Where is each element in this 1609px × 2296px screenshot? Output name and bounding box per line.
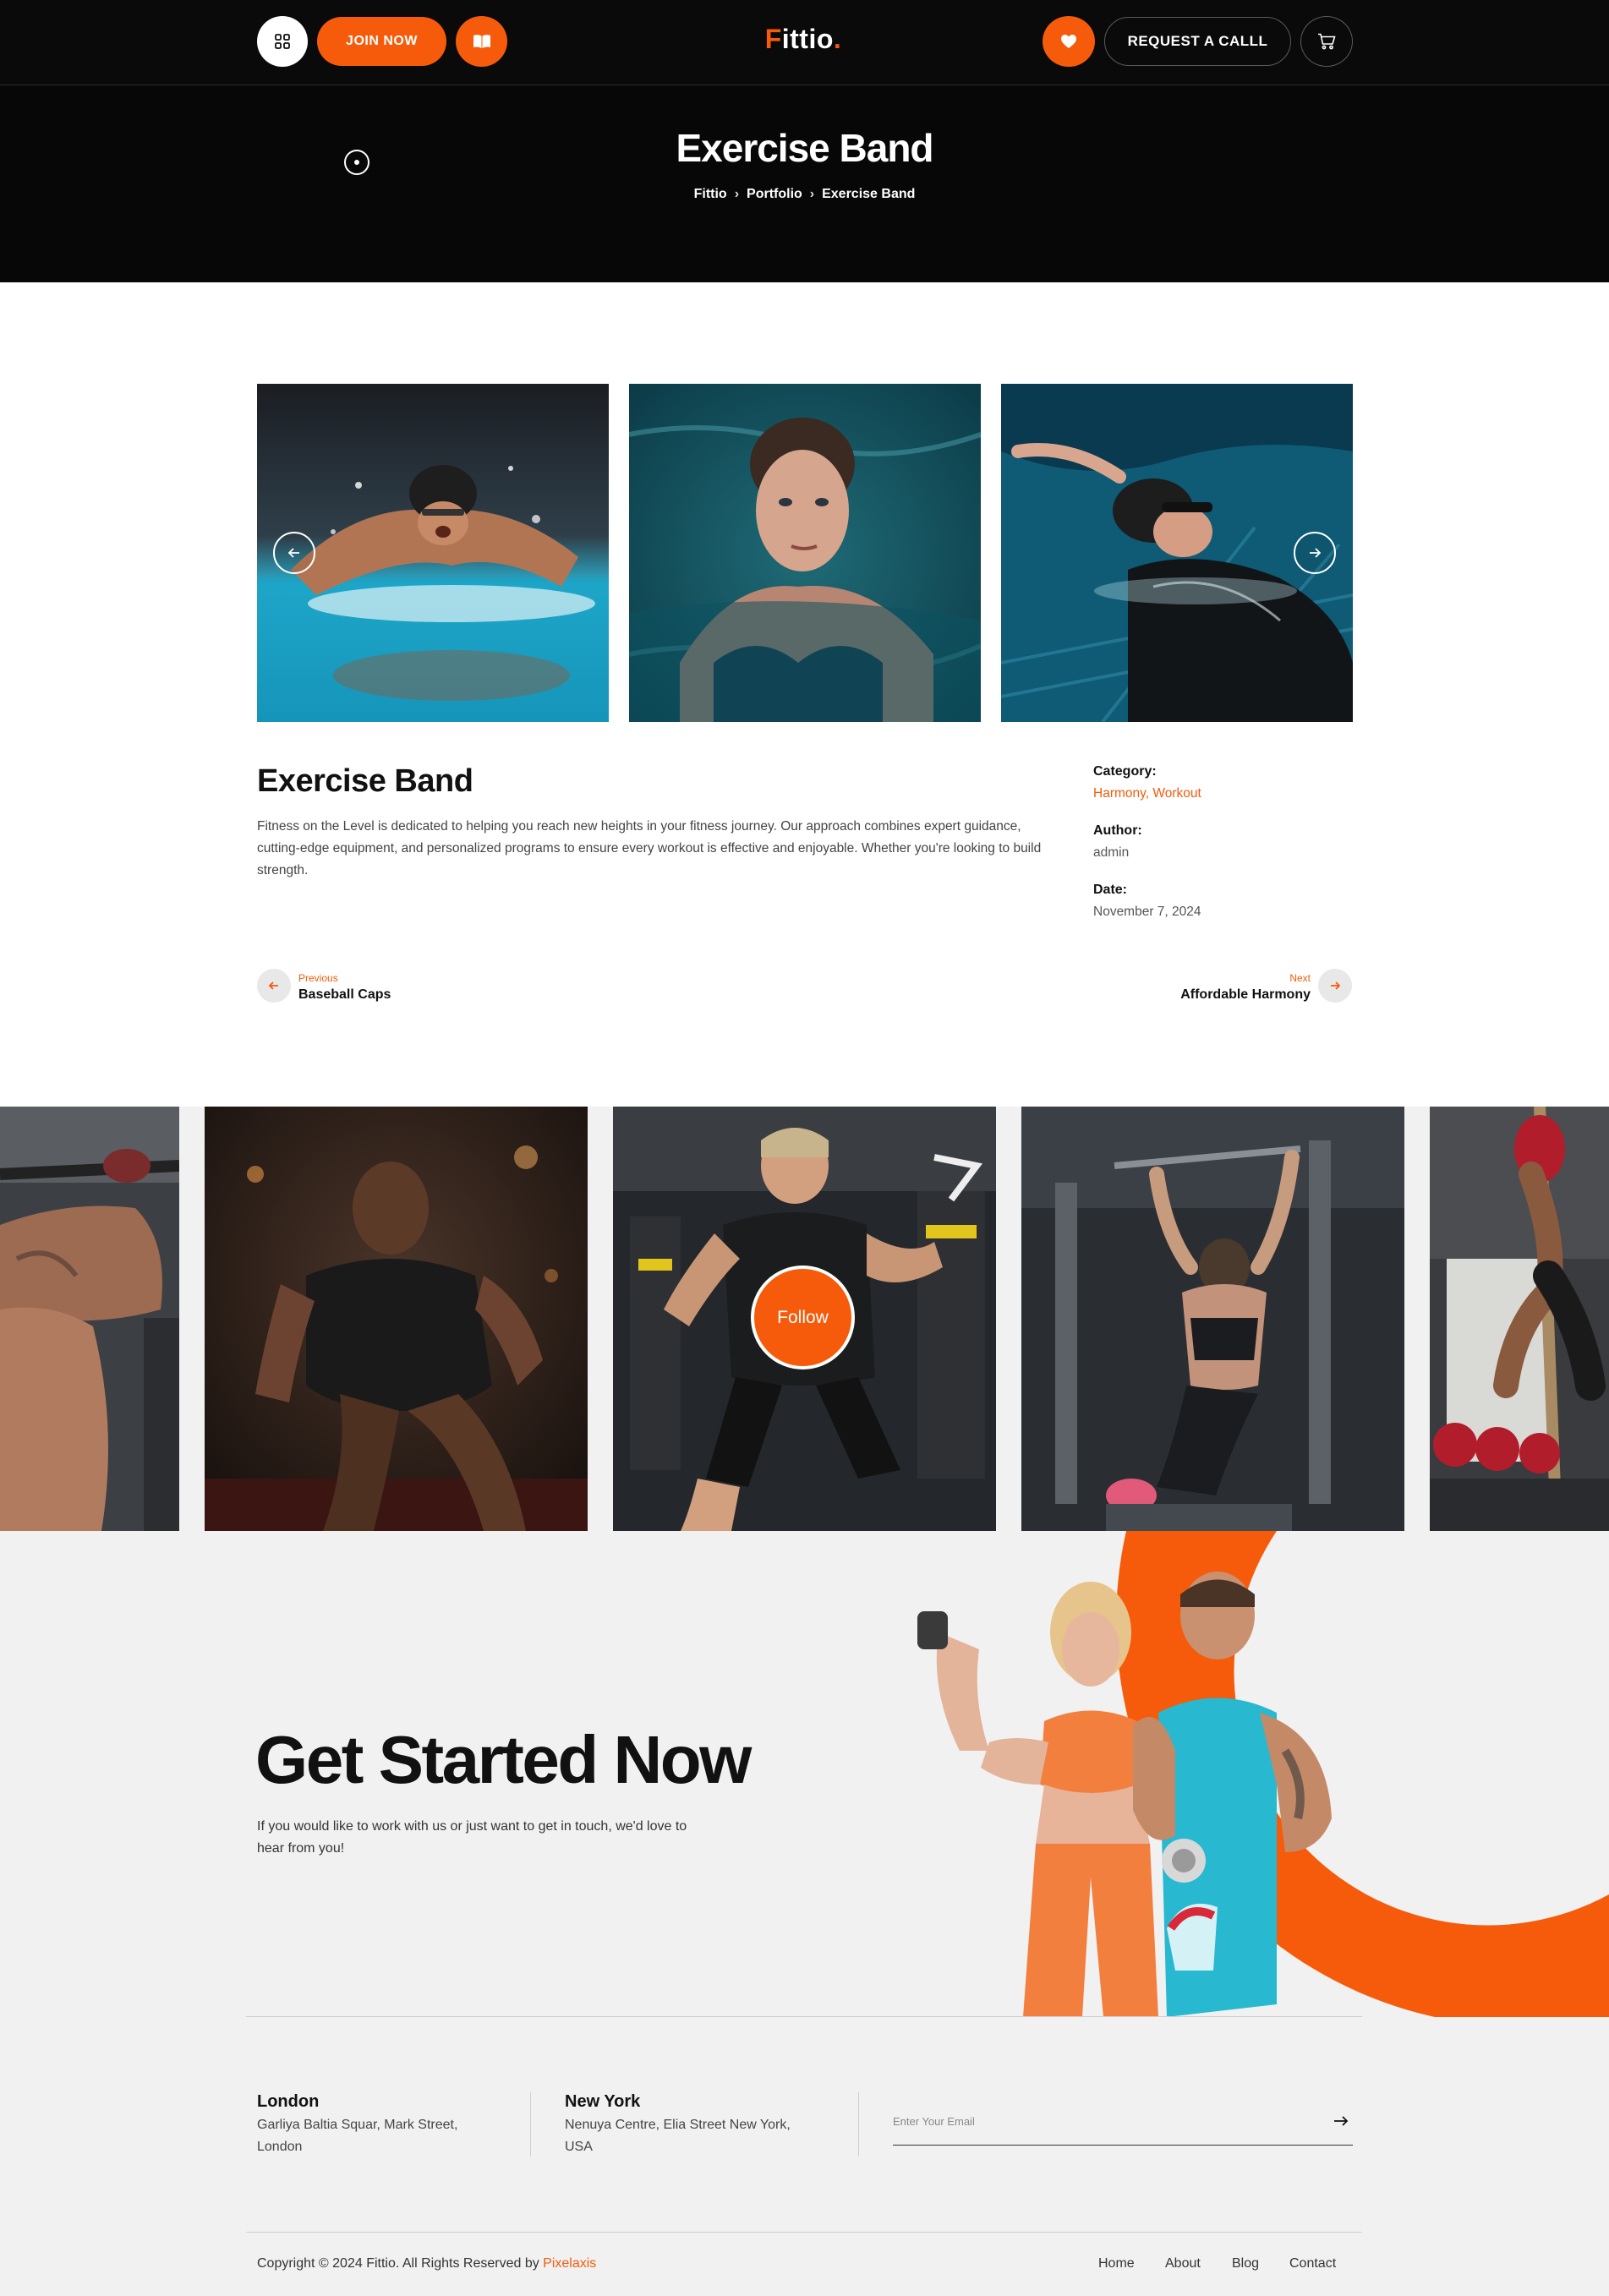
office-newyork-address: Nenuya Centre, Elia Street New York, USA xyxy=(565,2118,791,2154)
cart-icon xyxy=(1318,33,1336,50)
request-call-button[interactable]: REQUEST A CALLL xyxy=(1104,17,1291,66)
gallery-prev-button[interactable] xyxy=(273,532,315,574)
breadcrumb: Fittio › Portfolio › Exercise Band xyxy=(0,187,1609,202)
cta-title: Get Started Now xyxy=(255,1722,752,1797)
arrow-left-icon xyxy=(287,548,299,558)
page-title: Exercise Band xyxy=(676,126,933,170)
previous-project-button[interactable] xyxy=(257,969,291,1003)
meta-date-value: November 7, 2024 xyxy=(1093,905,1201,919)
author-link[interactable]: Pixelaxis xyxy=(543,2256,596,2271)
cta-hero-illustration xyxy=(917,1531,1609,2017)
gallery-next-button[interactable] xyxy=(1294,532,1336,574)
logo-text-rest: ittio xyxy=(781,24,834,54)
book-icon xyxy=(473,35,490,48)
meta-date-label: Date: xyxy=(1093,883,1128,897)
wishlist-button[interactable] xyxy=(1043,16,1095,67)
meta-author: Author: admin xyxy=(1093,823,1347,861)
join-now-button[interactable]: JOIN NOW xyxy=(317,17,446,66)
meta-category-value: Harmony, Workout xyxy=(1093,786,1347,801)
category-link-workout[interactable]: Workout xyxy=(1152,786,1201,801)
arrow-right-icon xyxy=(1310,548,1322,558)
menu-grid-button[interactable] xyxy=(257,16,308,67)
subscribe-button[interactable] xyxy=(1331,2111,1351,2131)
divider xyxy=(530,2092,531,2157)
copyright-text: Copyright © 2024 Fittio. All Rights Rese… xyxy=(257,2256,544,2271)
instagram-follow-button[interactable]: Follow xyxy=(751,1266,855,1369)
chevron-right-icon: › xyxy=(734,187,740,201)
meta-author-label: Author: xyxy=(1093,823,1142,838)
project-description: Fitness on the Level is dedicated to hel… xyxy=(257,819,1042,877)
meta-author-value: admin xyxy=(1093,845,1130,860)
breadcrumb-current: Exercise Band xyxy=(822,187,916,201)
breadcrumb-home[interactable]: Fittio xyxy=(694,187,727,201)
meta-category: Category: Harmony, Workout xyxy=(1093,764,1347,801)
breadcrumb-portfolio[interactable]: Portfolio xyxy=(747,187,802,201)
cta-text: If you would like to work with us or jus… xyxy=(257,1819,687,1856)
logo-first-letter: F xyxy=(764,24,782,54)
email-input-underline xyxy=(893,2145,1353,2146)
arrow-right-icon xyxy=(1334,2116,1349,2126)
meta-category-label: Category: xyxy=(1093,764,1157,779)
page: JOIN NOW Fittio. REQUEST A CALLL Exercis… xyxy=(0,0,1609,2296)
footer-link-home[interactable]: Home xyxy=(1098,2256,1135,2271)
footer-link-about[interactable]: About xyxy=(1165,2256,1201,2271)
cart-button[interactable] xyxy=(1300,16,1353,67)
divider xyxy=(246,2016,1362,2017)
next-label: Next xyxy=(1289,972,1311,984)
divider xyxy=(246,2232,1362,2233)
gallery-image-woman-in-pool xyxy=(629,384,981,722)
book-button[interactable] xyxy=(456,16,507,67)
instagram-image-rope-climb[interactable] xyxy=(1430,1107,1609,1531)
next-project-button[interactable] xyxy=(1318,969,1352,1003)
heart-icon xyxy=(1061,35,1076,48)
previous-label: Previous xyxy=(298,972,338,984)
site-logo[interactable]: Fittio. xyxy=(727,24,879,55)
chevron-right-icon: › xyxy=(809,187,815,201)
arrow-left-icon xyxy=(268,981,278,990)
next-project-link[interactable]: Affordable Harmony xyxy=(1180,987,1311,1003)
project-title: Exercise Band xyxy=(257,763,473,799)
grid-icon xyxy=(275,34,290,49)
arrow-right-icon xyxy=(1331,981,1341,990)
office-newyork-city: New York xyxy=(565,2092,641,2111)
divider xyxy=(858,2092,859,2157)
category-link-harmony[interactable]: Harmony xyxy=(1093,786,1146,801)
previous-project-link[interactable]: Baseball Caps xyxy=(298,987,391,1003)
instagram-image-sprinter[interactable] xyxy=(205,1107,588,1531)
email-input[interactable]: Enter Your Email xyxy=(893,2115,975,2128)
meta-date: Date: November 7, 2024 xyxy=(1093,883,1347,920)
instagram-image-pullup[interactable] xyxy=(0,1107,179,1531)
footer-link-blog[interactable]: Blog xyxy=(1232,2256,1259,2271)
page-hero xyxy=(0,85,1609,282)
office-london-address: Garliya Baltia Squar, Mark Street, Londo… xyxy=(257,2118,458,2154)
office-london-city: London xyxy=(257,2092,320,2111)
footer-link-contact[interactable]: Contact xyxy=(1289,2256,1336,2271)
copyright: Copyright © 2024 Fittio. All Rights Rese… xyxy=(257,2256,596,2271)
instagram-image-lat-pulldown[interactable] xyxy=(1021,1107,1404,1531)
logo-dot: . xyxy=(833,24,842,54)
